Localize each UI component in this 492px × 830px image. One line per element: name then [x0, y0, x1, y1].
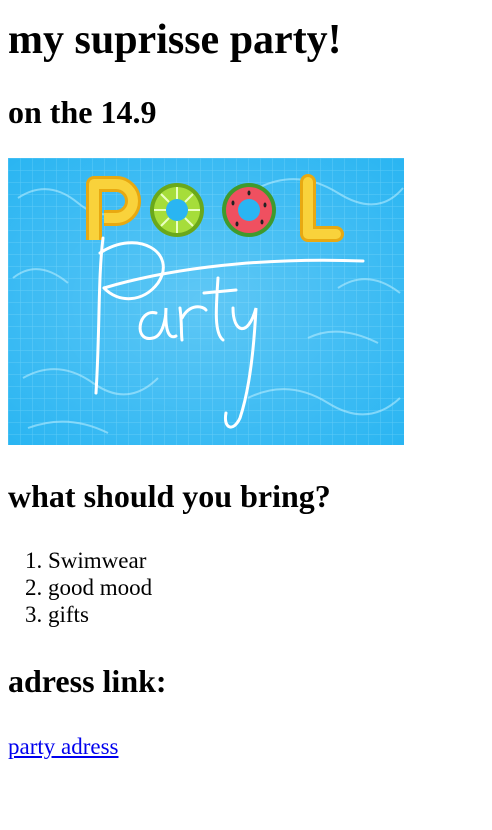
pool-party-banner-image [8, 158, 404, 445]
page-title: my suprisse party! [8, 17, 342, 63]
page: my suprisse party! on the 14.9 what shou… [0, 14, 492, 760]
date-heading: on the 14.9 [8, 94, 157, 130]
list-item: gifts [48, 601, 484, 628]
party-address-link[interactable]: party adress [8, 733, 119, 760]
bring-list: Swimwear good mood gifts [8, 547, 484, 628]
list-item: Swimwear [48, 547, 484, 574]
bring-heading: what should you bring? [8, 478, 331, 514]
address-heading: adress link: [8, 663, 167, 699]
list-item: good mood [48, 574, 484, 601]
